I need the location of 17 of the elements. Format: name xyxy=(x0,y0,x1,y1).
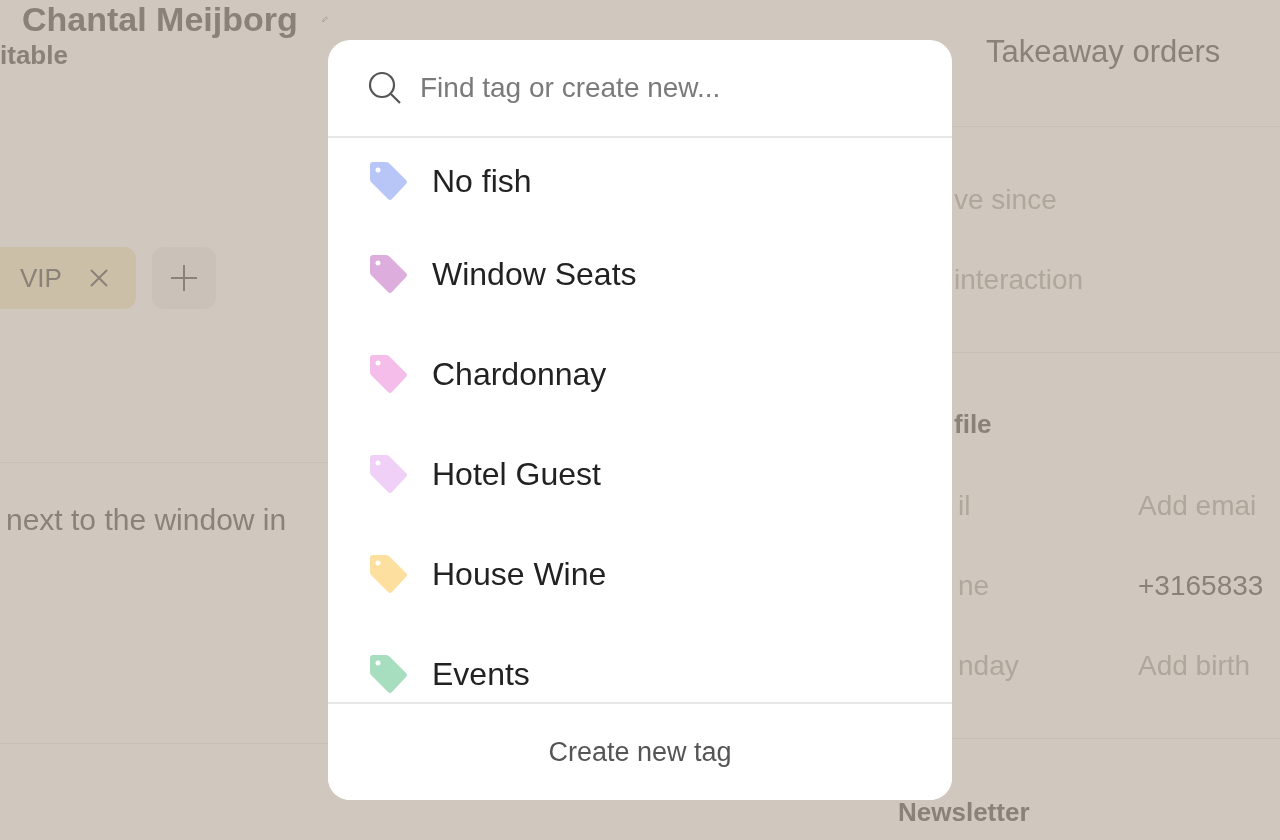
add-tag-button[interactable] xyxy=(151,247,216,309)
note-text: next to the window in xyxy=(6,503,288,537)
tag-option[interactable]: No fish xyxy=(328,138,952,224)
tag-option[interactable]: Events xyxy=(328,624,952,702)
tag-option[interactable]: Hotel Guest xyxy=(328,424,952,524)
tag-option[interactable]: Window Seats xyxy=(328,224,952,324)
tag-label: VIP xyxy=(20,262,62,294)
plus-icon xyxy=(170,265,197,291)
tag-option[interactable]: Chardonnay xyxy=(328,324,952,424)
create-tag-button[interactable]: Create new tag xyxy=(328,702,952,800)
tag-option[interactable]: House Wine xyxy=(328,524,952,624)
customer-name: Chantal Meijborg xyxy=(22,0,298,38)
close-icon[interactable] xyxy=(89,269,108,287)
search-icon xyxy=(368,71,402,105)
section-heading: file xyxy=(954,409,993,440)
section-heading: Newsletter xyxy=(898,797,1031,828)
section-label: itable xyxy=(0,40,69,71)
